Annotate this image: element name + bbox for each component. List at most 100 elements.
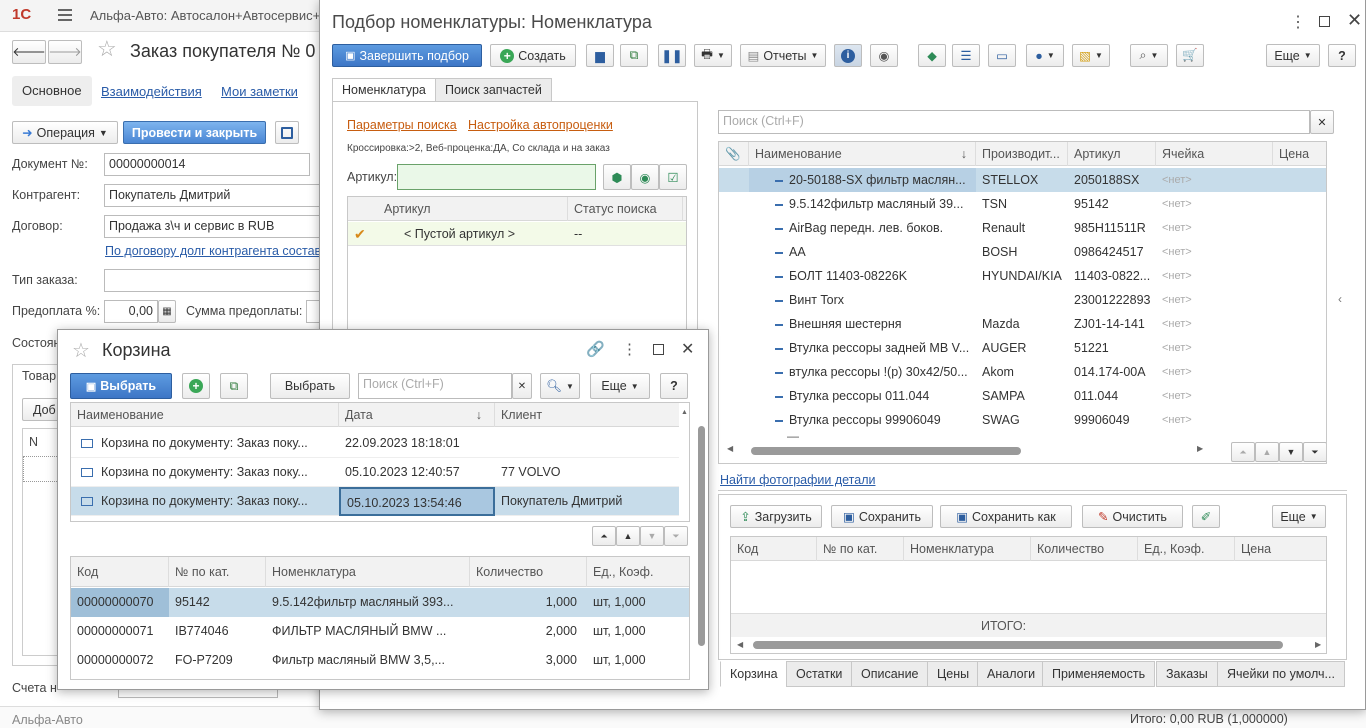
nomenclature-row[interactable]: втулка рессоры !(р) 30x42/50... Akom 014.1… xyxy=(719,360,1326,384)
nomenclature-row[interactable]: Внешняя шестерня Mazda ZJ01-14-141 <нет> xyxy=(719,312,1326,336)
cart-row[interactable]: Корзина по документу: Заказ поку... 05.10… xyxy=(71,487,689,516)
contractor-field[interactable]: Покупатель Дмитрий xyxy=(104,184,320,207)
goods-tab[interactable]: Товар xyxy=(22,369,56,383)
article-action-button-2[interactable]: ◉ xyxy=(631,164,659,190)
scroll-right-icon[interactable]: ▶ xyxy=(1197,444,1203,453)
article-row[interactable]: ✔ < Пустой артикул > -- xyxy=(348,222,686,246)
scroll-left-icon[interactable]: ◀ xyxy=(737,640,743,649)
prepay-field[interactable]: 0,00 xyxy=(104,300,158,323)
cart-item-row[interactable]: 00000000071 IB774046 ФИЛЬТР МАСЛЯНЫЙ BMW .… xyxy=(71,617,689,646)
cart-select-button[interactable]: Выбрать xyxy=(270,373,350,399)
post-close-button[interactable]: Провести и закрыть xyxy=(123,121,266,144)
col-name[interactable]: Наименование ↓ xyxy=(749,142,976,166)
tool-tag-button[interactable]: ◆ xyxy=(918,44,946,67)
maximize-icon[interactable] xyxy=(1319,16,1330,27)
save-as-button[interactable]: ▣ Сохранить как xyxy=(940,505,1072,528)
bottom-tab[interactable]: Заказы xyxy=(1156,661,1218,687)
bottom-tab[interactable]: Ячейки по умолч... xyxy=(1217,661,1345,687)
save-button[interactable]: ▣ Сохранить xyxy=(831,505,933,528)
load-button[interactable]: ⇪ Загрузить xyxy=(730,505,822,528)
order-tab-notes[interactable]: Мои заметки xyxy=(221,84,298,99)
bottom-tab[interactable]: Применяемость xyxy=(1042,661,1156,687)
close-icon[interactable]: ✕ xyxy=(681,339,694,359)
goods-add-button[interactable]: Доб xyxy=(22,398,62,421)
back-button[interactable]: 🡐 xyxy=(12,40,46,64)
scroll-up-icon[interactable]: ▲ xyxy=(681,409,688,416)
scroll-right-icon[interactable]: ▶ xyxy=(1315,640,1321,649)
find-photos-link[interactable]: Найти фотографии детали xyxy=(720,473,875,487)
cart-move-last[interactable]: ⏷ xyxy=(664,526,688,546)
tool-cart-button[interactable]: 🛒 xyxy=(1176,44,1204,67)
cart-item-row[interactable]: 00000000072 FO-P7209 Фильтр масляный BMW 3… xyxy=(71,646,689,675)
prepay-sum-field[interactable] xyxy=(306,300,320,323)
col-maker[interactable]: Производит... xyxy=(976,142,1068,166)
create-button[interactable]: + Создать xyxy=(490,44,576,67)
cart-move-down[interactable]: ▼ xyxy=(640,526,664,546)
tool-search-button[interactable]: ⌕ ▼ xyxy=(1130,44,1168,67)
article-action-button-1[interactable]: ⬢ xyxy=(603,164,631,190)
nomenclature-row[interactable]: AA BOSH 0986424517 <нет> xyxy=(719,240,1326,264)
finish-button[interactable]: ▣ Завершить подбор xyxy=(332,44,482,67)
bottom-tab[interactable]: Описание xyxy=(851,661,929,687)
collapse-panel-icon[interactable]: ‹ xyxy=(1338,292,1342,306)
bottom-tab[interactable]: Остатки xyxy=(786,661,853,687)
h-scroll-thumb[interactable] xyxy=(753,641,1283,649)
col-price[interactable]: Цена xyxy=(1273,142,1326,166)
h-scroll-thumb[interactable] xyxy=(751,447,1021,455)
nomenclature-row[interactable]: Втулка рессоры 99906049 SWAG 99906049 <нет> xyxy=(719,408,1326,432)
nomenclature-row[interactable]: Втулка рессоры 011.044 SAMPA 011.044 <нет> xyxy=(719,384,1326,408)
cart-more-button[interactable]: Еще ▼ xyxy=(590,373,650,399)
close-icon[interactable]: ✕ xyxy=(1347,10,1362,31)
cart-row[interactable]: Корзина по документу: Заказ поку... 22.09… xyxy=(71,429,689,458)
cart-clear-search-button[interactable]: ✕ xyxy=(512,373,532,399)
cart-move-first[interactable]: ⏶ xyxy=(592,526,616,546)
order-tab-interactions[interactable]: Взаимодействия xyxy=(101,84,202,99)
contract-field[interactable]: Продажа з\ч и сервис в RUB xyxy=(104,215,320,238)
favorite-star-icon[interactable]: ☆ xyxy=(97,36,117,62)
nomenclature-search-input[interactable]: Поиск (Ctrl+F) xyxy=(718,110,1310,134)
move-last-button[interactable]: ⏷ xyxy=(1303,442,1326,462)
more-vert-icon[interactable]: ⋮ xyxy=(1290,12,1306,32)
col-article[interactable]: Артикул xyxy=(1068,142,1156,166)
picker-more-button[interactable]: Еще ▼ xyxy=(1266,44,1320,67)
search-params-link[interactable]: Параметры поиска xyxy=(347,118,457,132)
cart-star-icon[interactable]: ☆ xyxy=(72,338,90,363)
tool-more-button[interactable]: ● ▼ xyxy=(1026,44,1064,67)
reports-button[interactable]: ▤ Отчеты ▼ xyxy=(740,44,826,67)
cart-move-up[interactable]: ▲ xyxy=(616,526,640,546)
calculator-icon[interactable]: ▦ xyxy=(158,300,176,323)
cart-help-button[interactable]: ? xyxy=(660,373,688,399)
tool-doc-button[interactable]: ▧ ▼ xyxy=(1072,44,1110,67)
app-logo[interactable]: 1С xyxy=(12,6,31,23)
nomenclature-row[interactable]: 20-50188-SX фильтр маслян... STELLOX 20501… xyxy=(719,168,1326,192)
bottom-tab[interactable]: Аналоги xyxy=(977,661,1046,687)
link-icon[interactable]: 🔗 xyxy=(586,340,605,358)
cart-search-button[interactable]: 🔍︎ ▼ xyxy=(540,373,580,399)
bottom-h-scrollbar[interactable]: ◀ ▶ xyxy=(731,637,1326,653)
debt-link[interactable]: По договору долг контрагента составл xyxy=(105,244,328,258)
maximize-icon[interactable] xyxy=(653,344,664,355)
bottom-tab[interactable]: Цены xyxy=(927,661,980,687)
tool-card-button[interactable]: ▭ xyxy=(988,44,1016,67)
cart-copy-button[interactable]: ⧉ xyxy=(220,373,248,399)
move-first-button[interactable]: ⏶ xyxy=(1231,442,1255,462)
v-scroll-thumb[interactable] xyxy=(698,426,705,646)
cart-item-row[interactable]: 00000000070 95142 9.5.142фильтр масляный 3… xyxy=(71,588,689,617)
save-disk-button[interactable] xyxy=(275,121,299,144)
scroll-left-icon[interactable]: ◀ xyxy=(727,444,733,453)
view-button[interactable]: ◉ xyxy=(870,44,898,67)
print-button[interactable]: 🖶 ▼ xyxy=(694,44,732,67)
menu-icon[interactable] xyxy=(58,9,72,21)
tool-columns-button[interactable]: ❚❚ xyxy=(658,44,686,67)
order-type-field[interactable] xyxy=(104,269,320,292)
nomenclature-row[interactable]: 9.5.142фильтр масляный 39... TSN 95142 <нет… xyxy=(719,192,1326,216)
tool-list-button[interactable]: ☰ xyxy=(952,44,980,67)
cart-row[interactable]: Корзина по документу: Заказ поку... 05.10… xyxy=(71,458,689,487)
doc-number-field[interactable]: 00000000014 xyxy=(104,153,310,176)
bottom-tab[interactable]: Корзина xyxy=(720,661,788,687)
bottom-more-button[interactable]: Еще ▼ xyxy=(1272,505,1326,528)
nomenclature-row[interactable]: Втулка рессоры задней MB V... AUGER 51221 <… xyxy=(719,336,1326,360)
move-up-button[interactable]: ▲ xyxy=(1255,442,1279,462)
tab-nomenclature[interactable]: Номенклатура xyxy=(332,78,436,102)
carts-v-scrollbar[interactable]: ▲ xyxy=(679,403,689,521)
